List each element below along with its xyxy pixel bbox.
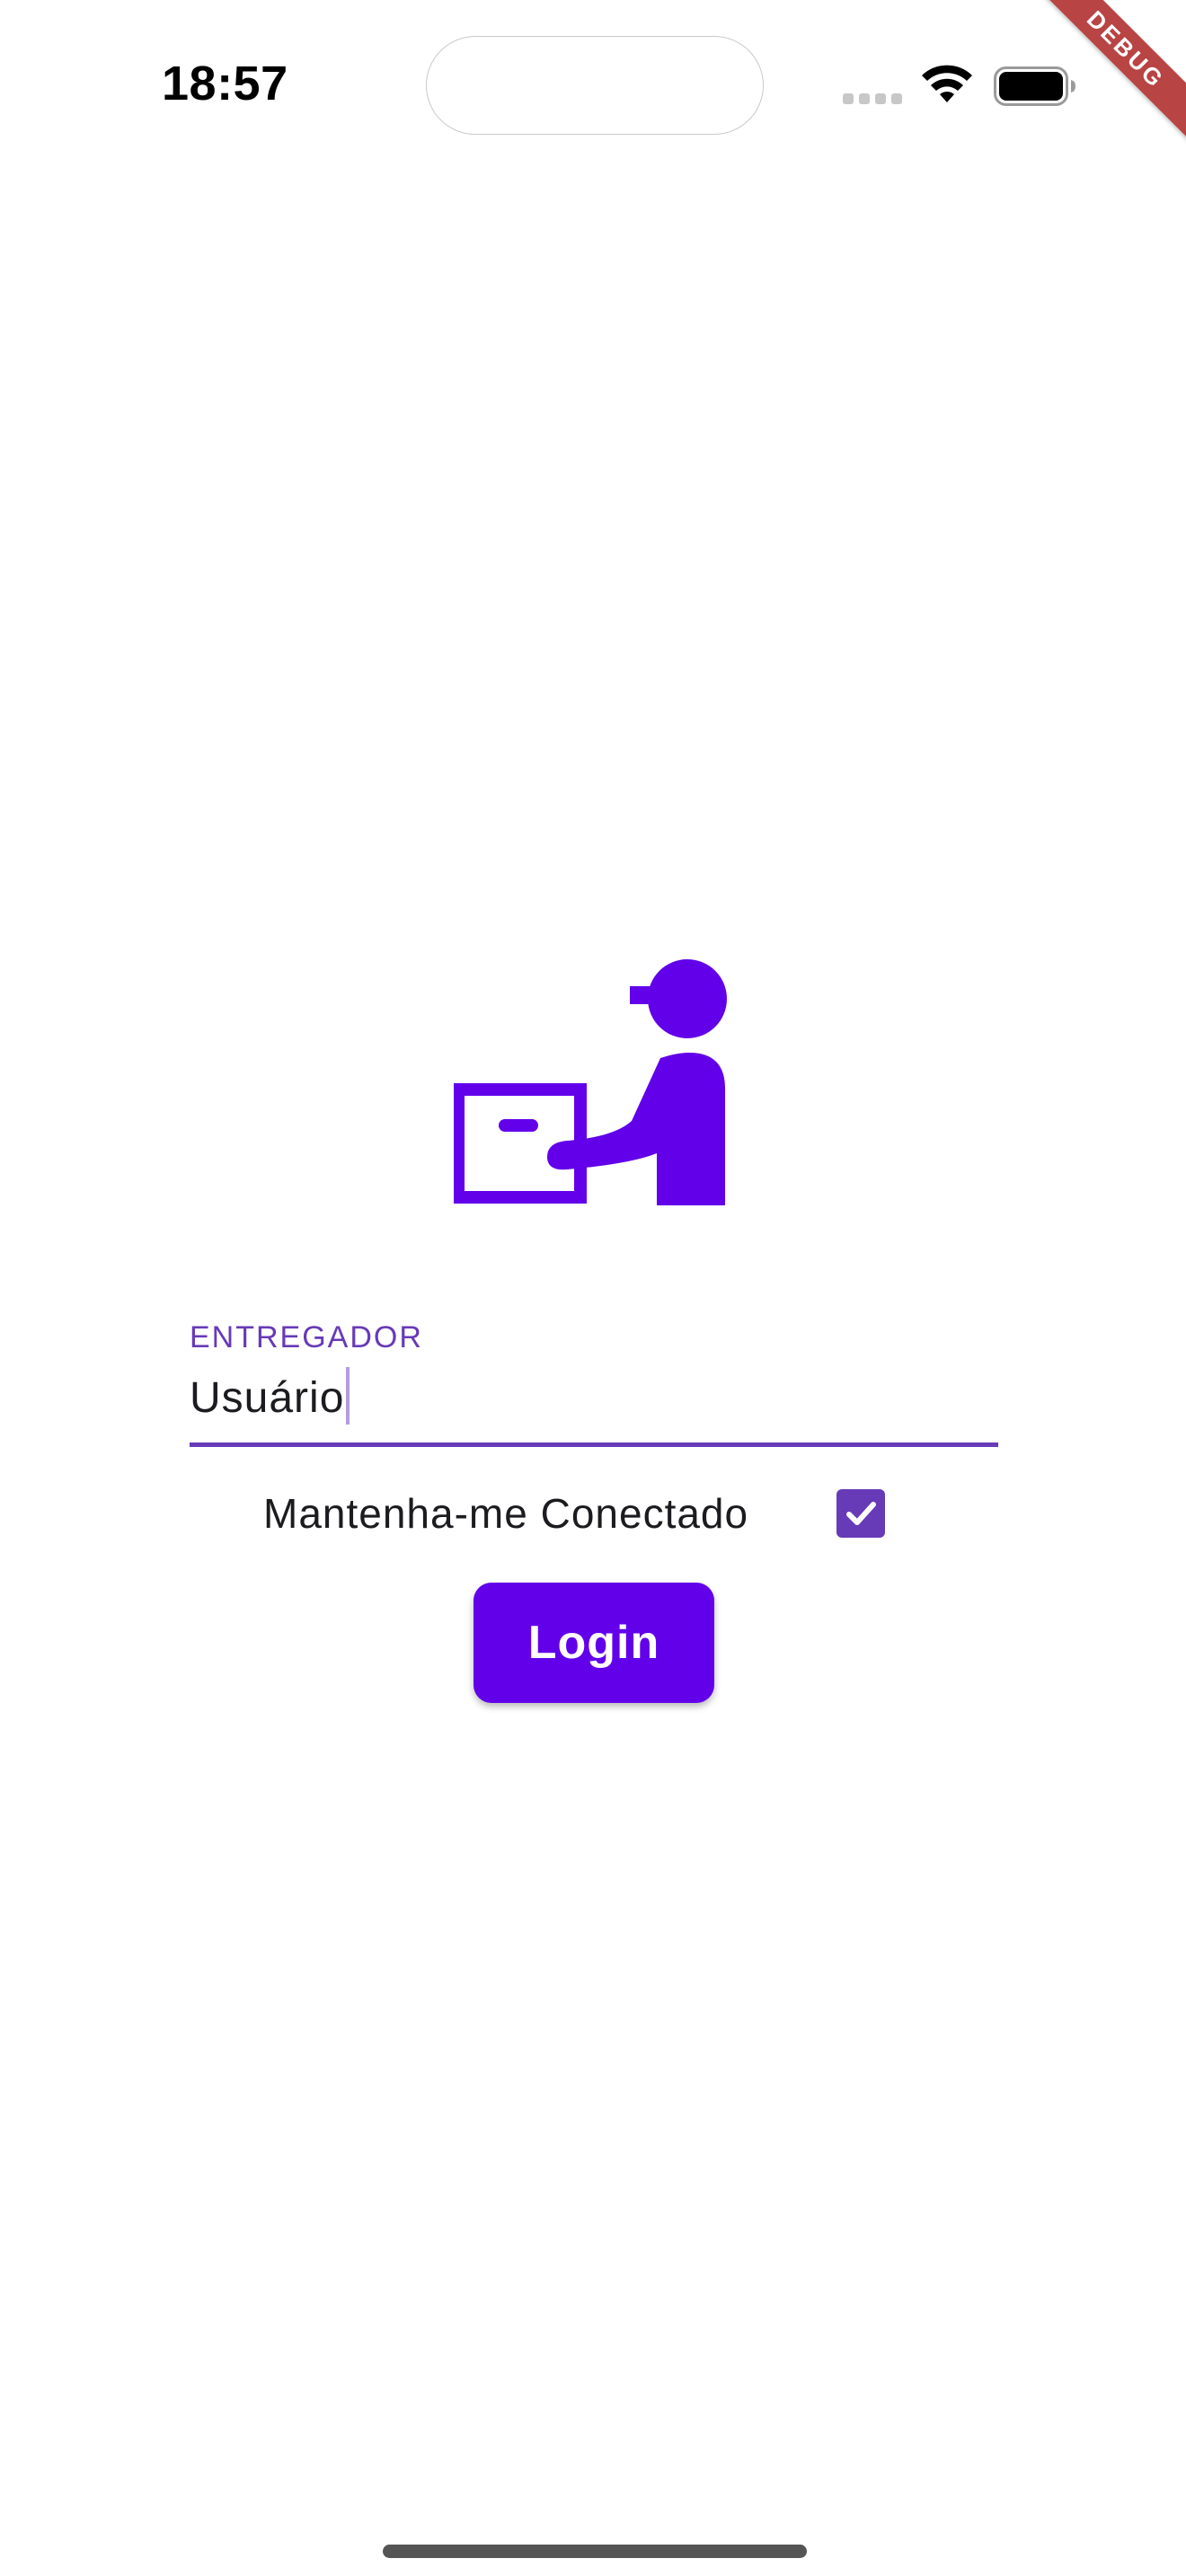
- username-field-underline: [190, 1442, 998, 1447]
- login-button[interactable]: Login: [474, 1583, 714, 1703]
- home-indicator[interactable]: [383, 2545, 807, 2558]
- username-input-value: Usuário: [190, 1374, 345, 1422]
- status-time: 18:57: [162, 57, 288, 110]
- remember-me-checkbox[interactable]: [836, 1489, 885, 1538]
- debug-banner: DEBUG: [1024, 0, 1186, 162]
- dynamic-island: [426, 36, 764, 135]
- checkmark-icon: [846, 1502, 876, 1525]
- remember-me-label: Mantenha-me Conectado: [263, 1490, 749, 1537]
- delivery-person-icon: [454, 959, 727, 1205]
- text-caret: [346, 1367, 350, 1425]
- username-input[interactable]: Usuário: [190, 1367, 350, 1425]
- username-field-label: ENTREGADOR: [190, 1320, 423, 1354]
- cell-signal-icon: [843, 93, 902, 104]
- debug-ribbon-label: DEBUG: [1026, 0, 1186, 149]
- wifi-icon: [922, 65, 972, 102]
